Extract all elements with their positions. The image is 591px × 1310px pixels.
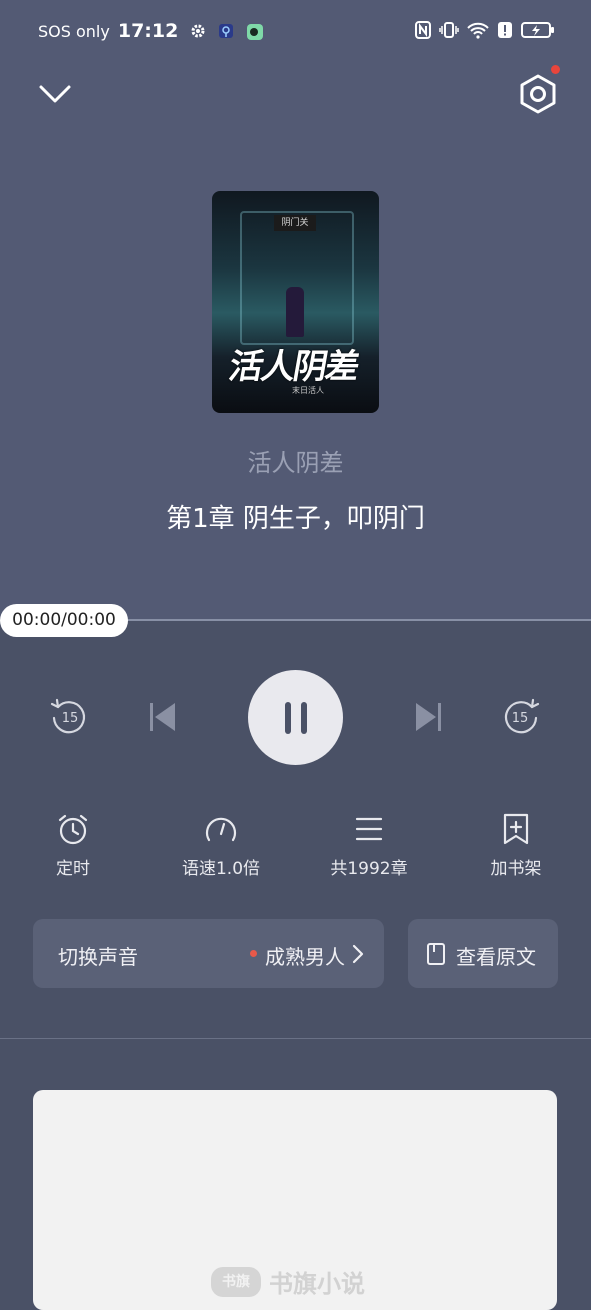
svg-text:15: 15 [512,711,529,726]
chevron-right-icon [352,944,364,968]
pause-button[interactable] [248,670,343,765]
rewind-15-button[interactable]: 15 [48,696,90,736]
speedometer-icon [205,817,237,842]
document-icon [426,942,446,970]
gear-icon [190,23,206,39]
next-chapter-button[interactable] [413,701,443,733]
switch-voice-button[interactable]: 切换声音 成熟男人 [33,919,384,988]
previous-chapter-button[interactable] [148,701,178,733]
rewind-15-icon: 15 [50,698,86,734]
collapse-button[interactable] [36,74,74,112]
nfc-icon [415,21,431,43]
cover-plaque: 阴门关 [274,215,316,231]
alarm-clock-icon [58,814,88,845]
app-notification-icon [246,23,264,40]
svg-text:15: 15 [62,711,79,726]
settings-button[interactable] [516,72,560,116]
speed-label: 语速1.0倍 [181,859,261,879]
chapter-list-button[interactable]: 共1992章 [309,812,429,879]
pause-icon [284,701,307,734]
ad-banner[interactable]: 书旗 书旗小说 [33,1090,557,1310]
view-original-label: 查看原文 [456,945,536,969]
bookmark-add-icon [503,813,529,845]
status-bar: SOS only 17:12 [0,0,591,56]
speed-button[interactable]: 语速1.0倍 [161,812,281,879]
timer-label: 定时 [56,859,90,879]
cover-author: 末日活人 [292,386,324,395]
chapter-title: 第1章 阴生子，叩阴门 [166,504,425,534]
notification-dot [551,65,560,74]
carrier-text: SOS only [38,21,110,41]
switch-voice-label: 切换声音 [58,945,138,969]
chapter-count-label: 共1992章 [330,859,408,879]
cover-title: 活人阴差 [225,347,361,387]
app-notification-icon [218,23,234,39]
ad-logo: 书旗 [211,1266,261,1297]
view-original-text-button[interactable]: 查看原文 [408,919,558,988]
add-bookshelf-button[interactable]: 加书架 [456,812,576,879]
alert-icon [497,21,513,43]
clock: 17:12 [117,20,179,42]
chevron-down-icon [39,85,71,103]
section-divider [0,1038,591,1039]
voice-indicator-dot [250,950,257,957]
cover-figure-art [286,287,304,337]
current-voice: 成熟男人 [265,945,345,969]
vibrate-icon [439,21,459,43]
wifi-icon [467,21,489,43]
battery-icon [521,21,555,43]
ad-brand-name: 书旗小说 [269,1270,365,1298]
progress-track[interactable] [120,619,591,621]
skip-next-icon [416,703,441,731]
forward-15-icon: 15 [504,698,540,734]
book-cover[interactable]: 阴门关 活人阴差 末日活人 [212,191,379,413]
list-icon [355,817,383,841]
hexagon-settings-icon [520,74,556,114]
progress-time-thumb[interactable]: 00:00/00:00 [0,604,128,637]
bookshelf-label: 加书架 [490,859,542,879]
forward-15-button[interactable]: 15 [500,696,542,736]
ad-brand: 书旗 书旗小说 [211,1264,365,1299]
book-title: 活人阴差 [247,449,344,477]
skip-previous-icon [150,703,175,731]
timer-button[interactable]: 定时 [13,812,133,879]
